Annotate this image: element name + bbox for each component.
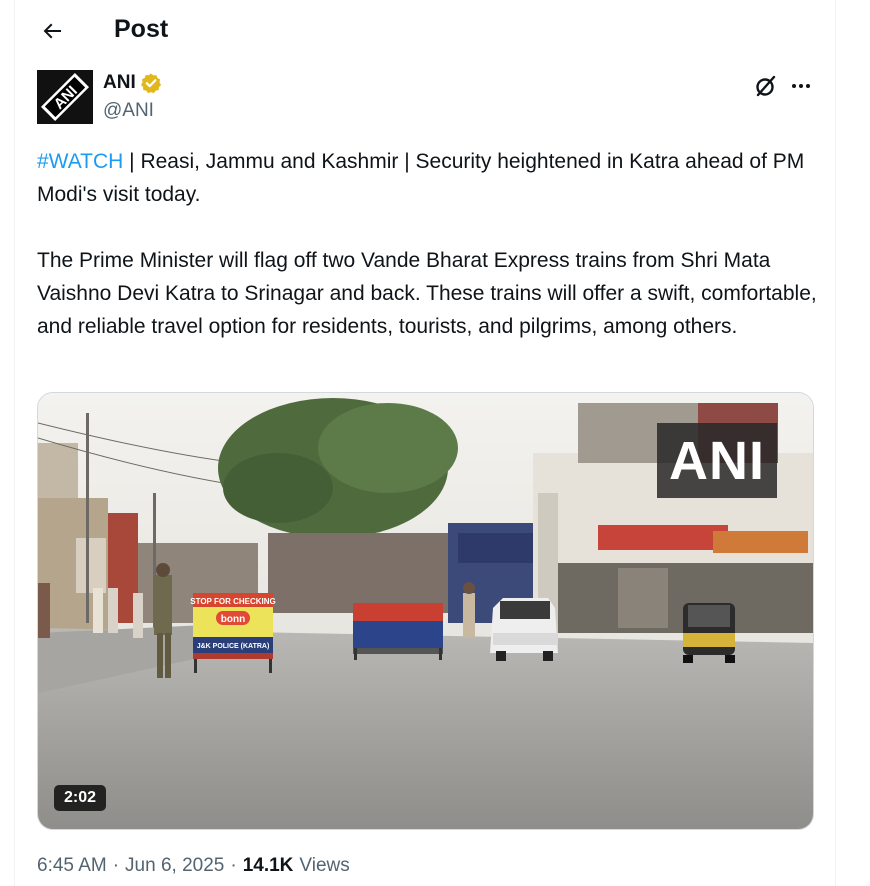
more-options-button[interactable] — [787, 72, 815, 100]
post-column: Post ANI ANI @ANI #WATCH | Reasi, Jammu … — [14, 0, 836, 886]
police-sign-text: J&K POLICE (KATRA) — [197, 643, 270, 650]
back-button[interactable] — [35, 14, 69, 48]
video-duration-badge: 2:02 — [54, 785, 107, 811]
tweet-line1-text: | Reasi, Jammu and Kashmir | Security he… — [37, 150, 805, 206]
grok-icon — [756, 75, 776, 97]
ani-watermark: ANI — [657, 423, 777, 498]
page-divider — [835, 0, 836, 886]
meta-separator-2: · — [230, 855, 237, 876]
post-header: Post — [15, 0, 837, 62]
meta-separator: · — [112, 855, 120, 876]
more-horizontal-icon — [792, 84, 810, 88]
author-name[interactable]: ANI — [103, 72, 162, 94]
grok-button[interactable] — [752, 72, 780, 100]
avatar[interactable]: ANI — [37, 70, 93, 124]
post-time[interactable]: 6:45 AM — [37, 855, 107, 877]
tweet-paragraph-2: The Prime Minister will flag off two Van… — [37, 249, 817, 338]
verified-badge-icon — [140, 73, 161, 94]
author-name-text: ANI — [103, 72, 136, 93]
post-meta: 6:45 AM · Jun 6, 2025 · 14.1K Views — [37, 855, 350, 877]
views-count: 14.1K — [242, 855, 294, 876]
views-label: Views — [299, 855, 350, 876]
post-date[interactable]: Jun 6, 2025 — [125, 855, 224, 877]
tweet-text: #WATCH | Reasi, Jammu and Kashmir | Secu… — [37, 145, 823, 343]
page-title: Post — [114, 15, 169, 43]
checking-sign-text: STOP FOR CHECKING — [190, 597, 276, 606]
arrow-left-icon — [43, 23, 61, 39]
tweet-paragraph-1: #WATCH | Reasi, Jammu and Kashmir | Secu… — [37, 145, 823, 211]
hashtag-link[interactable]: #WATCH — [37, 150, 123, 173]
bonn-sign-text: bonn — [221, 614, 245, 625]
author-handle[interactable]: @ANI — [103, 100, 154, 122]
video-player[interactable]: STOP FOR CHECKING bonn J&K POLICE (KATRA… — [37, 392, 814, 830]
